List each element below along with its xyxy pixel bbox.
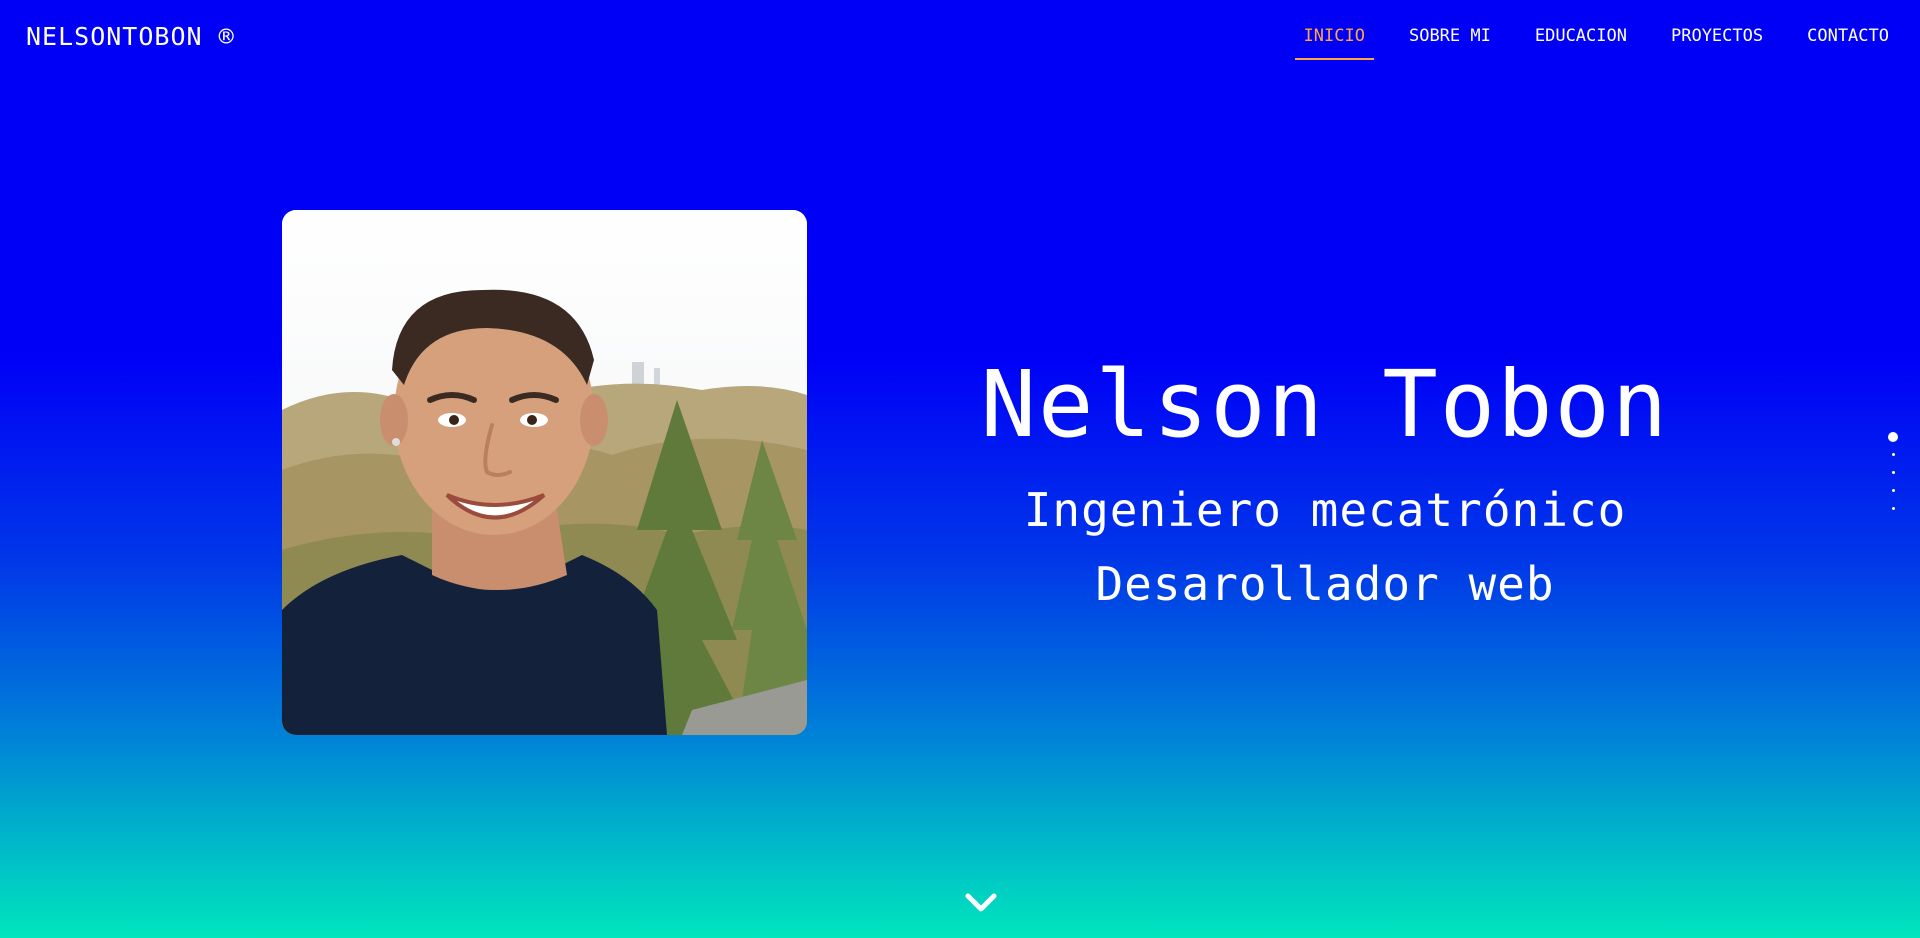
chevron-down-icon[interactable] <box>963 890 999 914</box>
hero-subtitle-dev: Desarollador web <box>1095 557 1555 611</box>
profile-photo <box>282 210 807 735</box>
section-dot-3[interactable] <box>1891 471 1895 474</box>
section-dot-2[interactable] <box>1891 453 1895 456</box>
brand-logo[interactable]: NELSONTOBON ® <box>26 22 235 51</box>
nav-item-educacion[interactable]: EDUCACION <box>1526 22 1636 60</box>
nav-item-sobre-mi[interactable]: SOBRE MI <box>1400 22 1500 60</box>
section-dot-5[interactable] <box>1891 507 1895 510</box>
hero-subtitle-role: Ingeniero mecatrónico <box>1023 483 1627 537</box>
section-dot-1[interactable] <box>1888 432 1898 442</box>
nav-item-inicio[interactable]: INICIO <box>1294 22 1374 60</box>
nav-item-proyectos[interactable]: PROYECTOS <box>1662 22 1772 60</box>
hero-name: Nelson Tobon <box>980 351 1670 458</box>
hero-page: NELSONTOBON ® INICIO SOBRE MI EDUCACION … <box>0 0 1920 938</box>
nav-item-contacto[interactable]: CONTACTO <box>1798 22 1898 60</box>
portrait-illustration <box>282 210 807 735</box>
main-nav: INICIO SOBRE MI EDUCACION PROYECTOS CONT… <box>1269 22 1898 60</box>
section-dot-4[interactable] <box>1891 489 1895 492</box>
section-dots <box>1888 432 1898 525</box>
hero-text: Nelson Tobon Ingeniero mecatrónico Desar… <box>900 345 1750 621</box>
